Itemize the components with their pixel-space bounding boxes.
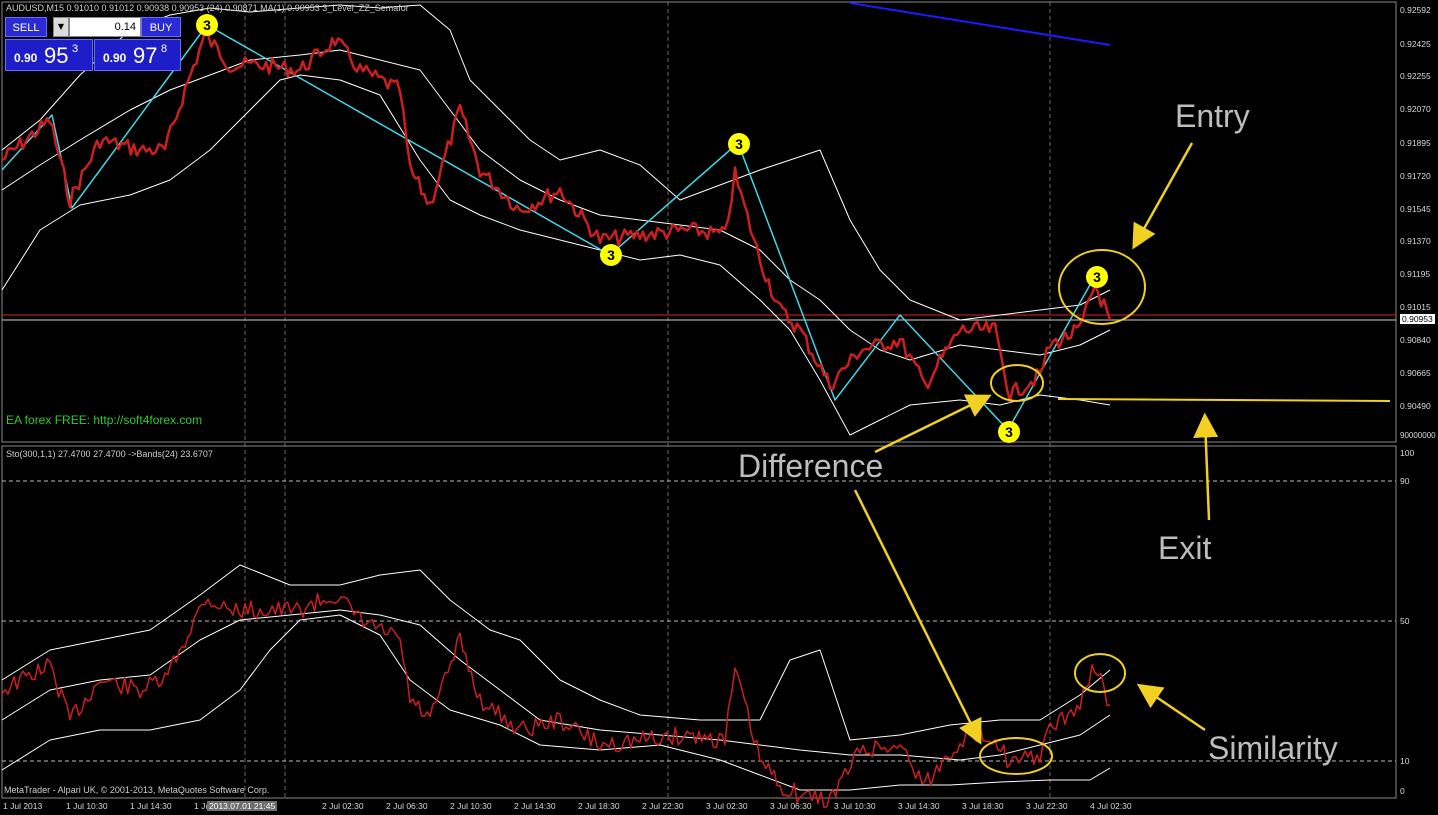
time-label: 3 Jul 22:30 (1026, 801, 1068, 811)
lot-dropdown-arrow-icon[interactable]: ▼ (53, 17, 69, 37)
buy-button[interactable]: BUY (141, 17, 181, 37)
sto-level-label: 10 (1400, 756, 1410, 766)
price-label: 0.92255 (1400, 71, 1431, 81)
time-label: 2 Jul 06:30 (386, 801, 428, 811)
price-label: 0.91895 (1400, 138, 1431, 148)
price-label: 0.91195 (1400, 269, 1431, 279)
zigzag-marker: 3 (1086, 266, 1108, 288)
lot-size-input[interactable]: 0.14 (69, 17, 141, 37)
price-label: 0.90665 (1400, 368, 1431, 378)
sell-price-box[interactable]: 0.90 95 3 (5, 39, 93, 71)
time-label: 3 Jul 10:30 (834, 801, 876, 811)
time-label: 3 Jul 18:30 (962, 801, 1004, 811)
price-label: 0.92592 (1400, 5, 1431, 15)
buy-price-big: 97 (133, 43, 158, 68)
price-label: 0.92070 (1400, 104, 1431, 114)
zigzag-marker: 3 (728, 133, 750, 155)
time-label: 2 Jul 02:30 (322, 801, 364, 811)
current-price-tag: 0.90953 (1400, 314, 1435, 324)
ea-promo-text: EA forex FREE: http://soft4forex.com (6, 413, 203, 427)
sell-price-prefix: 0.90 (14, 51, 38, 65)
zigzag-marker: 3 (600, 244, 622, 266)
trendline (849, 2, 1111, 46)
annotation-difference: Difference (738, 448, 884, 484)
exit-arrow (1193, 412, 1219, 521)
time-label: 3 Jul 14:30 (898, 801, 940, 811)
price-label: 0.91720 (1400, 171, 1431, 181)
sto-band-middle (1, 609, 1111, 761)
similarity-arrow (1136, 683, 1206, 732)
price-line (1, 29, 1112, 403)
price-label: 0.91370 (1400, 236, 1431, 246)
indicator-header: Sto(300,1,1) 27.4700 27.4700 ->Bands(24)… (6, 449, 213, 459)
sto-level-label: 0 (1400, 786, 1405, 796)
time-label: 2 Jul 10:30 (450, 801, 492, 811)
sell-price-sup: 3 (72, 43, 79, 55)
annotation-exit: Exit (1158, 530, 1212, 566)
price-label: 0.92425 (1400, 39, 1431, 49)
time-label: 3 Jul 06:30 (770, 801, 812, 811)
zigzag-marker: 3 (998, 421, 1020, 443)
annotation-similarity: Similarity (1208, 730, 1338, 766)
buy-price-box[interactable]: 0.90 97 8 (94, 39, 181, 71)
main-chart-frame (1, 1, 1397, 443)
time-label: 1 Jul 2013 (3, 801, 43, 811)
entry-arrow (1132, 142, 1194, 250)
price-label: 0.91545 (1400, 204, 1431, 214)
sell-button[interactable]: SELL (5, 17, 47, 37)
crosshair-time-tag: 2013.07.01 21:45 (207, 801, 278, 811)
time-label: 2 Jul 22:30 (642, 801, 684, 811)
buy-price-prefix: 0.90 (103, 51, 127, 65)
sto-band-lower (1, 614, 1111, 791)
indicator-frame (1, 445, 1397, 799)
similarity-circle (1074, 653, 1126, 693)
copyright-footer: MetaTrader - Alpari UK, © 2001-2013, Met… (4, 785, 270, 795)
time-label: 2 Jul 18:30 (578, 801, 620, 811)
annotation-entry: Entry (1175, 98, 1250, 134)
time-label: 1 Jul 14:30 (130, 801, 172, 811)
one-click-trade-panel: SELL ▼ 0.14 BUY 0.90 95 3 0.90 97 8 (5, 17, 181, 71)
entry-circle (1058, 249, 1146, 325)
stochastic-line (1, 592, 1111, 809)
zigzag-line (1, 24, 1096, 431)
bollinger-lower (1, 74, 1111, 436)
exit-line (1057, 398, 1391, 402)
time-label: 2 Jul 14:30 (514, 801, 556, 811)
price-label: 0.90490 (1400, 401, 1431, 411)
time-label: 4 Jul 02:30 (1090, 801, 1132, 811)
time-label: 3 Jul 02:30 (706, 801, 748, 811)
chart-header: AUDUSD,M15 0.91010 0.91012 0.90938 0.909… (6, 3, 409, 13)
zigzag-marker: 3 (196, 14, 218, 36)
difference-arrow-price (874, 394, 992, 454)
sto-level-label: 90 (1400, 476, 1410, 486)
buy-price-sup: 8 (161, 43, 168, 55)
sto-level-label: 100 (1400, 448, 1415, 458)
sell-price-big: 95 (44, 43, 69, 68)
price-label: 0.91015 (1400, 302, 1431, 312)
difference-arrow-sto (853, 489, 982, 745)
sto-level-label: 50 (1400, 616, 1410, 626)
time-label: 1 Jul 10:30 (66, 801, 108, 811)
price-label: 0.90840 (1400, 335, 1431, 345)
price-label: 90000000 (1400, 431, 1436, 440)
